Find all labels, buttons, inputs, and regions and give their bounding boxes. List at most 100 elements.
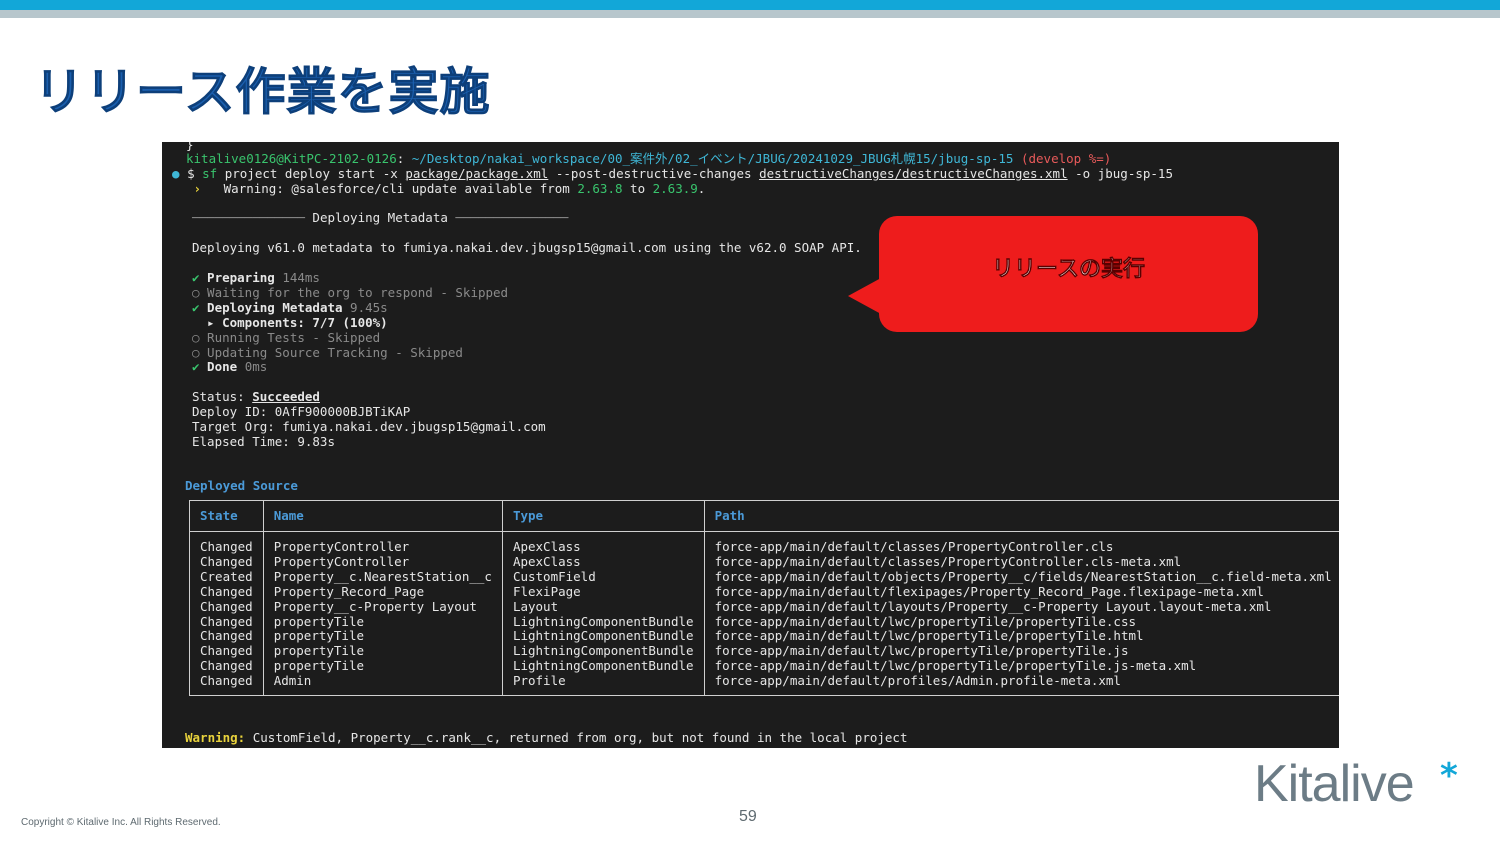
table-cell: propertyTile — [262, 629, 503, 645]
prompt-branch: (develop %=) — [1013, 151, 1112, 166]
table-cell: Changed — [189, 643, 264, 660]
step-running-tests: ○ Running Tests - Skipped — [192, 330, 381, 345]
cmd-dollar: $ — [187, 166, 203, 181]
table-row: Changed Admin Profile force-app/main/defaul… — [189, 673, 1339, 697]
cmd-package: package/package.xml — [405, 166, 549, 181]
step-time: 0ms — [244, 359, 268, 374]
step-deploying: ✔ Deploying Metadata 9.45s — [192, 300, 388, 316]
table-cell: PropertyController — [262, 554, 503, 570]
table-header-row: State Name Type Path — [189, 500, 1339, 532]
step-label: Done — [199, 359, 245, 374]
logo-star-icon: * — [1440, 756, 1458, 796]
callout-box: リリースの実行 — [879, 216, 1258, 332]
table-cell: force-app/main/default/lwc/propertyTile/… — [703, 629, 1339, 645]
table-cell: force-app/main/default/lwc/propertyTile/… — [703, 614, 1339, 630]
column-header: Path — [703, 500, 1339, 532]
table-cell: force-app/main/default/flexipages/Proper… — [703, 584, 1339, 600]
table-cell: ApexClass — [501, 554, 705, 570]
table-cell: Property_Record_Page — [262, 584, 503, 600]
step-components: ▸ Components: 7/7 (100%) — [192, 315, 388, 330]
check-icon: ✔ — [192, 300, 200, 315]
logo-text: Kitalive — [1254, 755, 1415, 813]
table-cell: LightningComponentBundle — [501, 629, 705, 645]
step-time: 144ms — [282, 270, 320, 285]
table-row: Changed propertyTile LightningComponentBun… — [189, 629, 1339, 645]
status-line: Status: Succeeded — [192, 389, 320, 405]
terminal-prompt-line: kitalive0126@KitPC-2102-0126: ~/Desktop/… — [186, 151, 1112, 167]
target-org: Target Org: fumiya.nakai.dev.jbugsp15@gm… — [192, 419, 546, 434]
table-row: Changed propertyTile LightningComponentBun… — [189, 643, 1339, 660]
step-preparing: ✔ Preparing 144ms — [192, 270, 320, 286]
cmd-mid2: --post-destructive-changes — [548, 166, 760, 181]
table-row: Changed PropertyController ApexClass force-… — [189, 531, 1339, 555]
table-cell: LightningComponentBundle — [501, 614, 705, 630]
table-row: Changed Property__c-Property Layout Layout… — [189, 599, 1339, 615]
table-cell: Admin — [262, 673, 503, 697]
header-rule-right: ─────────────── — [447, 210, 569, 225]
table-cell: Profile — [501, 673, 705, 697]
top-accent-bar — [0, 0, 1500, 10]
cmd-destructive: destructiveChanges/destructiveChanges.xm… — [759, 166, 1068, 181]
table-row: Changed PropertyController ApexClass force-… — [189, 554, 1339, 570]
table-row: Changed propertyTile LightningComponentBun… — [189, 658, 1339, 675]
table-cell: propertyTile — [262, 614, 503, 630]
table-cell: Property__c-Property Layout — [262, 599, 503, 615]
table-cell: force-app/main/default/classes/PropertyC… — [703, 531, 1339, 555]
cmd-mid: project deploy start -x — [217, 166, 406, 181]
column-header: State — [189, 500, 264, 532]
warn-to: 2.63.9 — [652, 181, 698, 196]
table-cell: Changed — [189, 614, 264, 630]
table-cell: Changed — [189, 599, 264, 615]
copyright-text: Copyright © Kitalive Inc. All Rights Res… — [21, 817, 221, 828]
table-cell: Property__c.NearestStation__c — [262, 569, 503, 585]
table-cell: force-app/main/default/objects/Property_… — [703, 569, 1339, 585]
table-row: Changed Property_Record_Page FlexiPage forc… — [189, 584, 1339, 600]
table-cell: force-app/main/default/lwc/propertyTile/… — [703, 643, 1339, 660]
table-cell: propertyTile — [262, 643, 503, 660]
top-secondary-bar — [0, 10, 1500, 18]
table-cell: LightningComponentBundle — [501, 658, 705, 675]
header-rule-left: ─────────────── — [192, 210, 313, 225]
step-label: Deploying Metadata — [199, 300, 351, 315]
elapsed-time: Elapsed Time: 9.83s — [192, 434, 335, 449]
page-number: 59 — [739, 808, 757, 825]
cmd-sf: sf — [202, 166, 218, 181]
header-title: Deploying Metadata — [312, 210, 448, 225]
check-icon: ✔ — [192, 270, 200, 285]
status-value: Succeeded — [252, 389, 320, 404]
table-cell: Changed — [189, 673, 264, 697]
warning-label: Warning: — [185, 730, 246, 745]
table-cell: LightningComponentBundle — [501, 643, 705, 660]
deploy-line: Deploying v61.0 metadata to fumiya.nakai… — [192, 240, 862, 255]
table-cell: force-app/main/default/profiles/Admin.pr… — [703, 673, 1339, 697]
table-cell: PropertyController — [262, 531, 503, 555]
prompt-path: ~/Desktop/nakai_workspace/00_案件外/02_イベント… — [404, 151, 1014, 166]
warn-arrow: › — [186, 181, 224, 196]
table-cell: force-app/main/default/classes/PropertyC… — [703, 554, 1339, 570]
step-done: ✔ Done 0ms — [192, 359, 268, 375]
deploy-id: Deploy ID: 0AfF900000BJBTiKAP — [192, 404, 411, 419]
warn-text: Warning: @salesforce/cli update availabl… — [223, 181, 578, 196]
cmd-end: -o jbug-sp-15 — [1067, 166, 1173, 181]
table-cell: Changed — [189, 531, 264, 555]
table-cell: FlexiPage — [501, 584, 705, 600]
check-icon: ✔ — [192, 359, 200, 374]
table-cell: Changed — [189, 584, 264, 600]
kitalive-logo: Kitalive * — [1254, 755, 1474, 822]
table-cell: propertyTile — [262, 658, 503, 675]
table-cell: ApexClass — [501, 531, 705, 555]
warn-to-word: to — [622, 181, 653, 196]
terminal-warning-line: › Warning: @salesforce/cli update availa… — [186, 181, 706, 197]
table-cell: Created — [189, 569, 264, 585]
warn-dot: . — [697, 181, 706, 196]
deployed-source-table: State Name Type Path Changed PropertyCont… — [189, 500, 1339, 697]
warn-from: 2.63.8 — [577, 181, 623, 196]
table-cell: CustomField — [501, 569, 705, 585]
column-header: Name — [262, 500, 503, 532]
prompt-user: kitalive0126@KitPC-2102-0126 — [186, 151, 397, 166]
status-label: Status: — [192, 389, 253, 404]
step-label: Preparing — [199, 270, 283, 285]
table-row: Created Property__c.NearestStation__c Cust… — [189, 569, 1339, 585]
callout-text: リリースの実行 — [992, 257, 1146, 283]
table-cell: Changed — [189, 658, 264, 675]
